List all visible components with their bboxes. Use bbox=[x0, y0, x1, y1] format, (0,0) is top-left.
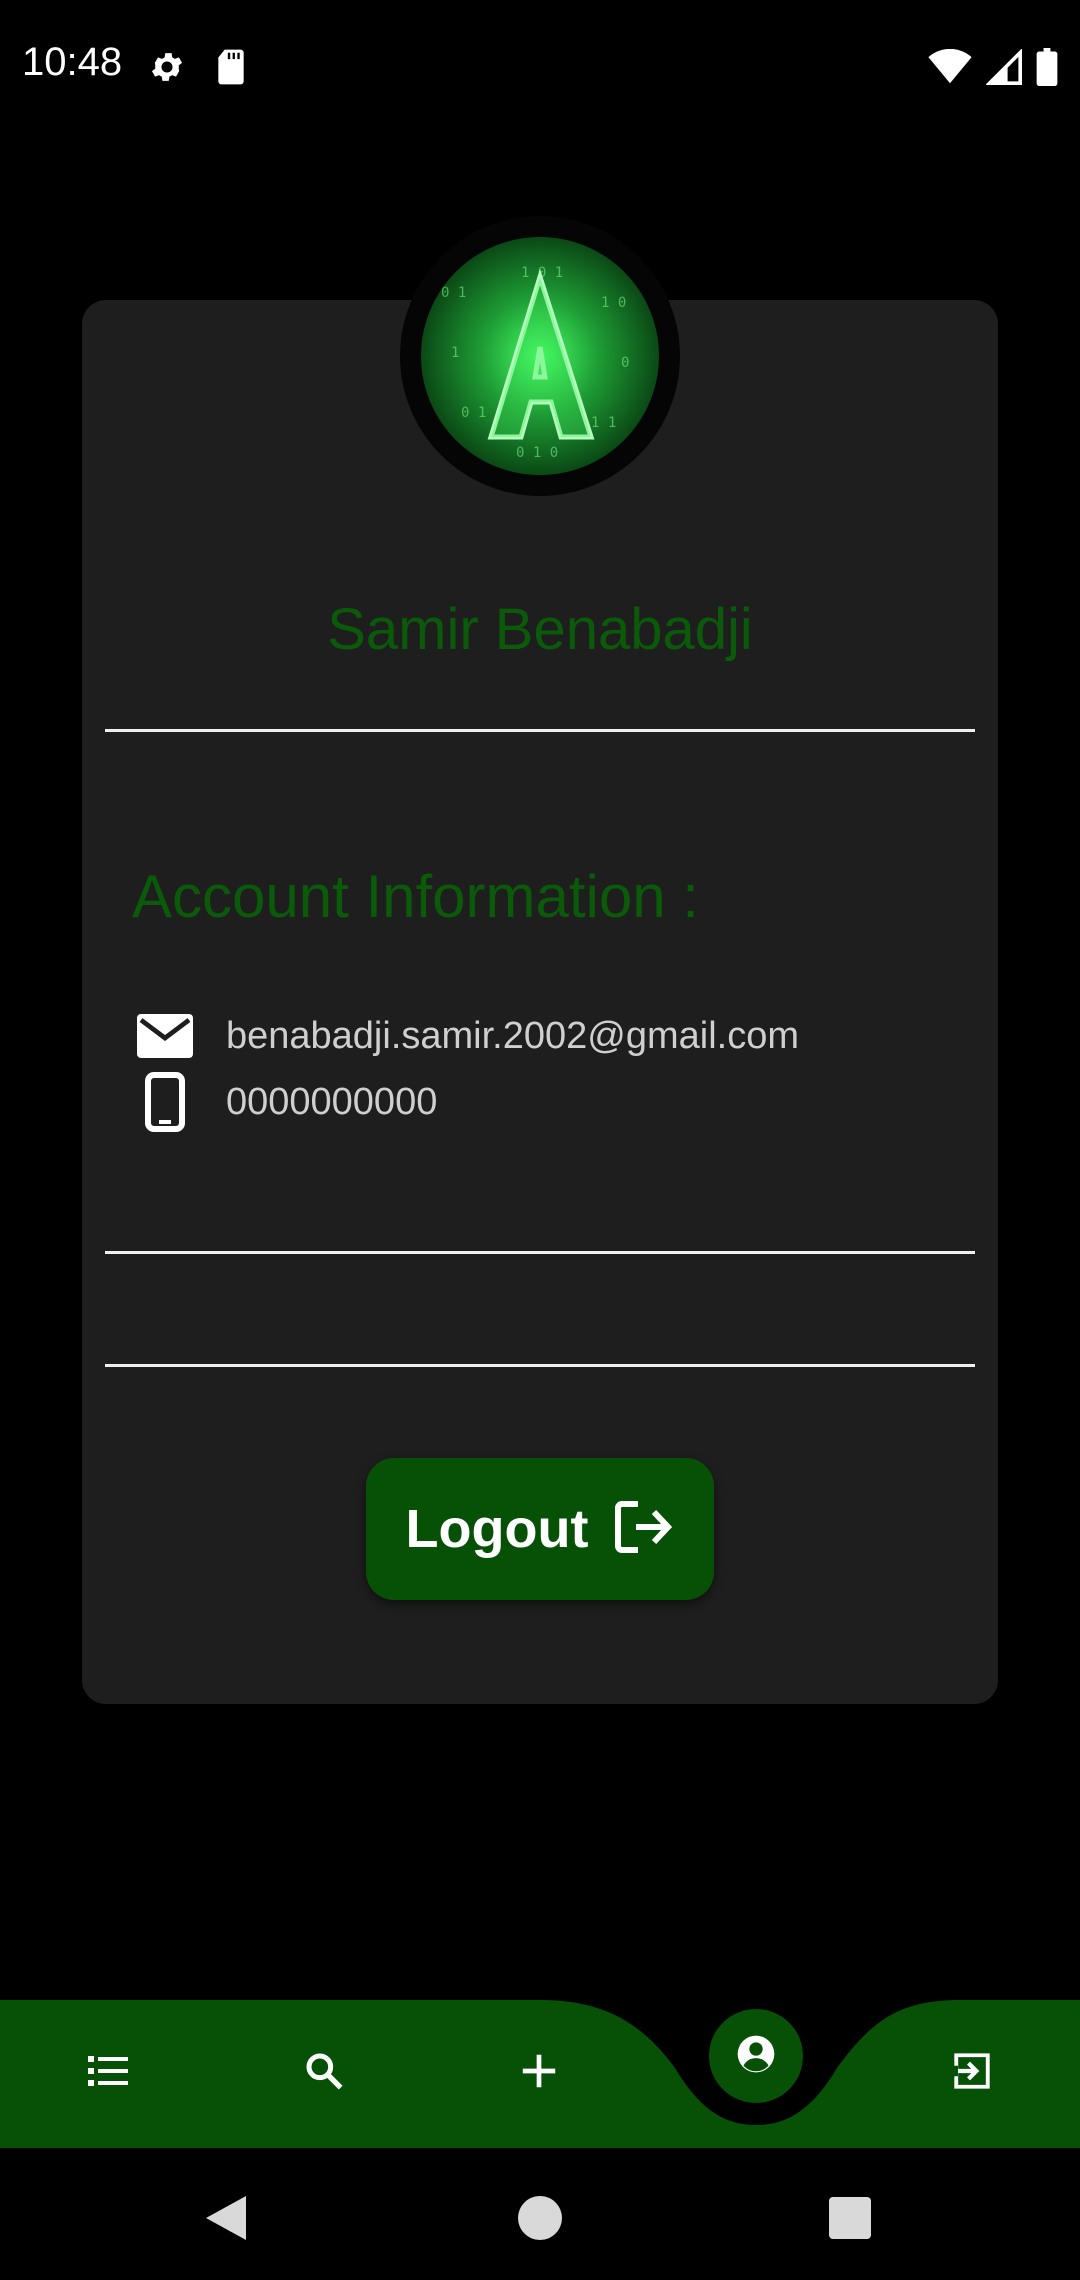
add-icon bbox=[521, 2053, 557, 2094]
phone-row: 0000000000 bbox=[136, 1072, 437, 1132]
logout-label: Logout bbox=[405, 1499, 589, 1559]
wifi-icon bbox=[928, 48, 972, 90]
email-icon bbox=[136, 1006, 194, 1066]
status-time: 10:48 bbox=[22, 40, 123, 84]
avatar-image: 0 11 0 10 0 11 1 1 0 10 1 0 bbox=[421, 237, 659, 475]
list-icon bbox=[88, 2055, 128, 2091]
svg-text:0 1: 0 1 bbox=[461, 405, 486, 421]
status-bar: 10:48 bbox=[0, 0, 1080, 136]
nav-list-button[interactable] bbox=[78, 2048, 138, 2098]
svg-text:0: 0 bbox=[621, 355, 629, 371]
back-triangle-icon bbox=[204, 2194, 248, 2247]
account-icon bbox=[736, 2034, 776, 2079]
svg-text:0 1: 0 1 bbox=[441, 285, 466, 301]
divider bbox=[105, 1251, 975, 1254]
settings-icon bbox=[148, 48, 186, 91]
logout-icon bbox=[614, 1500, 674, 1559]
divider bbox=[105, 729, 975, 732]
recents-square-icon bbox=[829, 2196, 871, 2244]
sd-card-icon bbox=[214, 48, 248, 91]
nav-exit-button[interactable] bbox=[942, 2048, 1002, 2098]
exit-icon bbox=[951, 2050, 993, 2097]
svg-text:1 1: 1 1 bbox=[591, 415, 616, 431]
divider bbox=[105, 1364, 975, 1367]
svg-text:1 0: 1 0 bbox=[601, 295, 626, 311]
battery-icon bbox=[1036, 48, 1058, 91]
svg-text:1: 1 bbox=[451, 345, 459, 361]
signal-icon bbox=[985, 48, 1022, 90]
email-text: benabadji.samir.2002@gmail.com bbox=[226, 1014, 799, 1057]
email-row: benabadji.samir.2002@gmail.com bbox=[136, 1006, 799, 1066]
nav-account-button[interactable] bbox=[709, 2009, 803, 2103]
home-circle-icon bbox=[518, 2195, 562, 2245]
search-icon bbox=[304, 2051, 344, 2096]
section-title: Account Information : bbox=[132, 863, 699, 930]
phone-text: 0000000000 bbox=[226, 1080, 438, 1123]
avatar[interactable]: 0 11 0 10 0 11 1 1 0 10 1 0 bbox=[400, 216, 680, 496]
system-home-button[interactable] bbox=[510, 2190, 570, 2250]
system-recents-button[interactable] bbox=[820, 2190, 880, 2250]
nav-search-button[interactable] bbox=[294, 2048, 354, 2098]
nav-add-button[interactable] bbox=[509, 2048, 569, 2098]
phone-icon bbox=[136, 1072, 194, 1132]
svg-text:0 1 0: 0 1 0 bbox=[516, 445, 558, 461]
system-back-button[interactable] bbox=[196, 2190, 256, 2250]
logout-button[interactable]: Logout bbox=[366, 1458, 714, 1600]
user-name: Samir Benabadji bbox=[327, 597, 753, 662]
